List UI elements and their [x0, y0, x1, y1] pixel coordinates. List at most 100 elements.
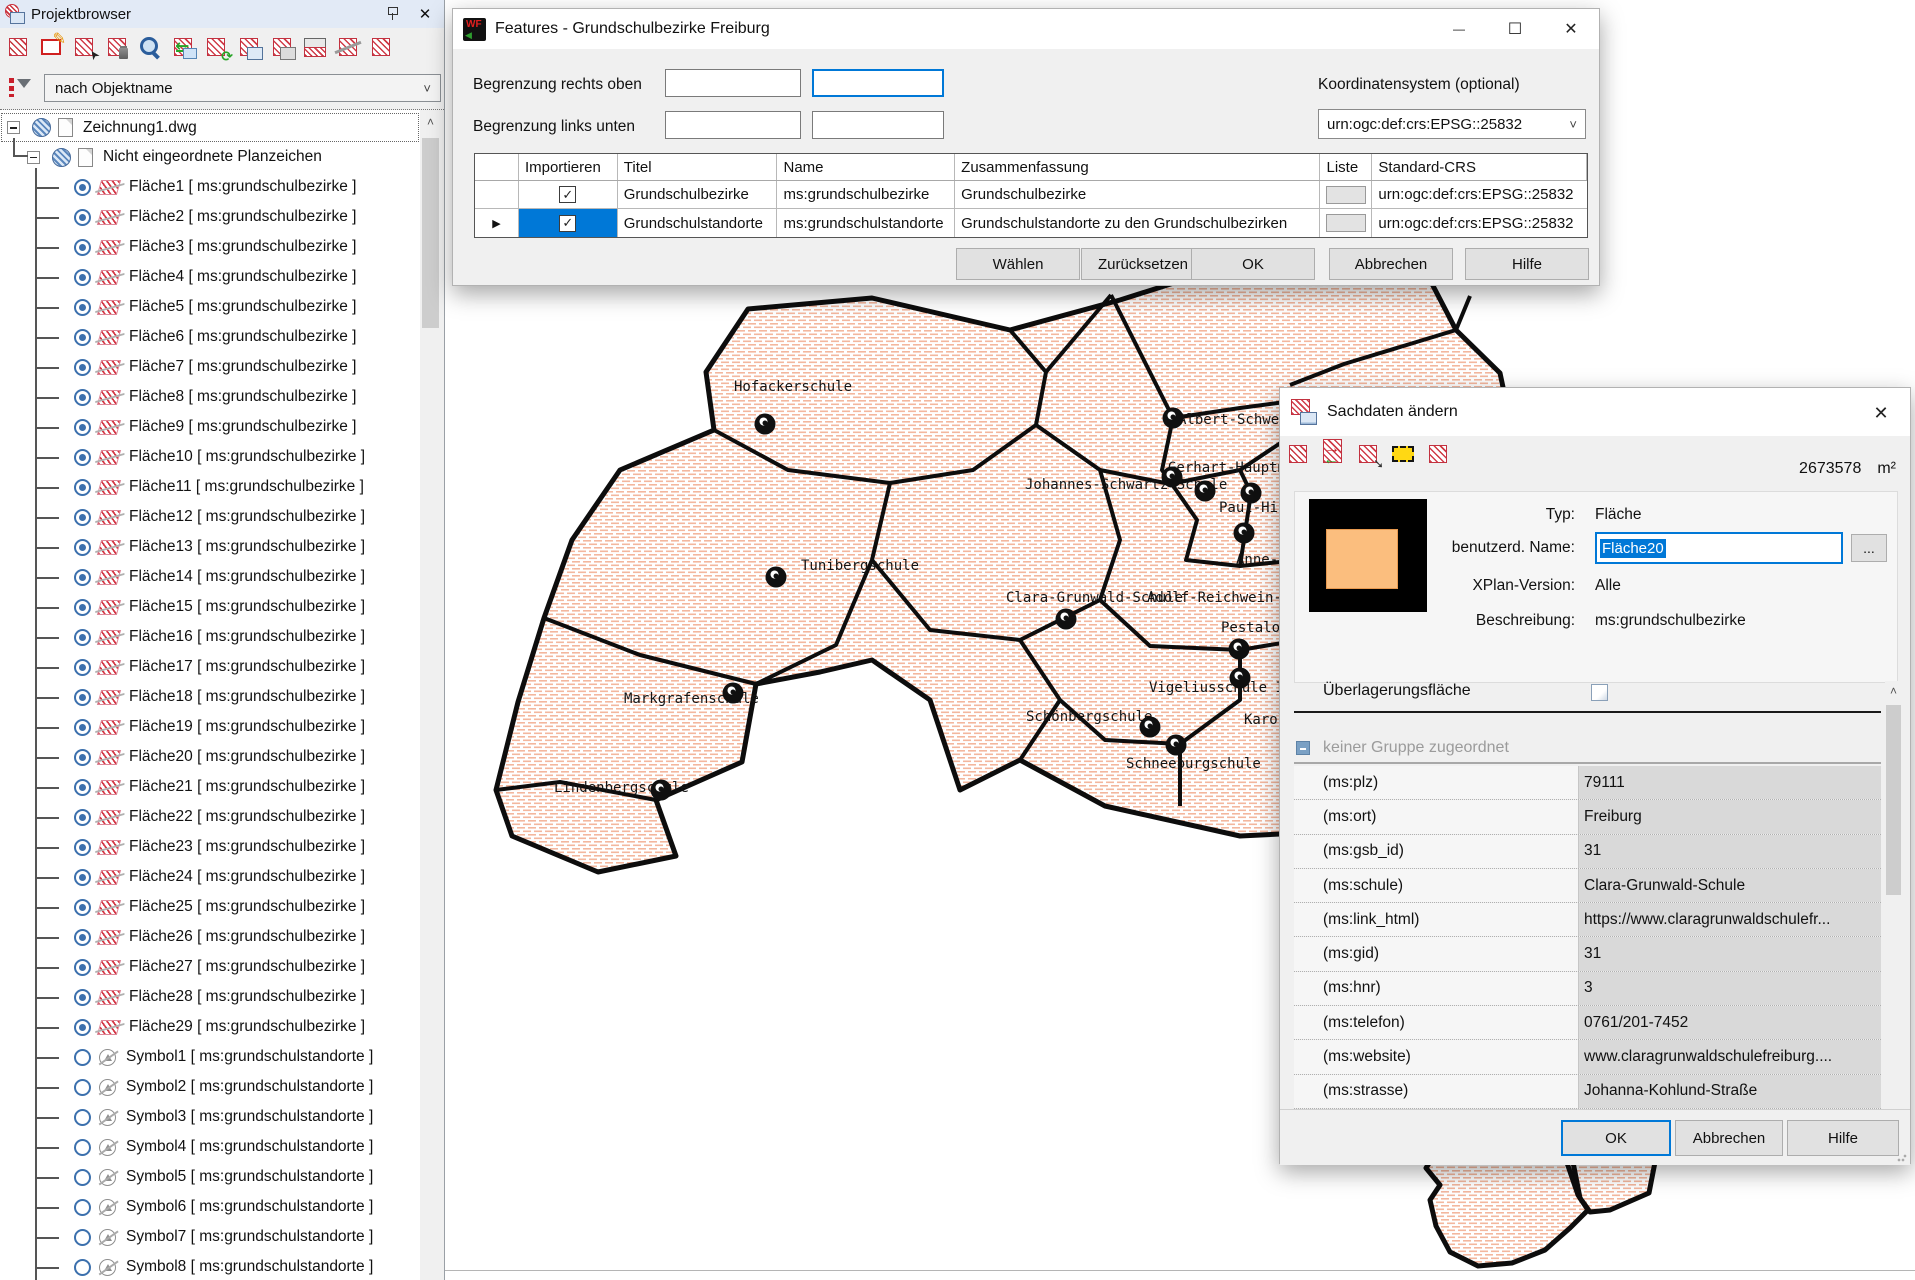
- visibility-target-icon[interactable]: [74, 359, 91, 376]
- attribute-value[interactable]: www.claragrunwaldschulefreiburg....: [1579, 1040, 1881, 1073]
- school-marker-icon[interactable]: [1241, 483, 1262, 504]
- waehlen-button[interactable]: Wählen: [956, 248, 1080, 280]
- crs-dropdown[interactable]: urn:ogc:def:crs:EPSG::25832: [1318, 109, 1586, 139]
- tree-item[interactable]: Fläche15 [ ms:grundschulbezirke ]: [0, 592, 420, 622]
- tree-item[interactable]: Symbol8 [ ms:grundschulstandorte ]: [0, 1252, 420, 1280]
- tree-item[interactable]: Fläche6 [ ms:grundschulbezirke ]: [0, 322, 420, 352]
- tree-item[interactable]: Fläche24 [ ms:grundschulbezirke ]: [0, 862, 420, 892]
- visibility-target-icon[interactable]: [74, 1109, 91, 1126]
- visibility-target-icon[interactable]: [74, 299, 91, 316]
- visibility-target-icon[interactable]: [74, 1019, 91, 1036]
- tree-item[interactable]: Fläche17 [ ms:grundschulbezirke ]: [0, 652, 420, 682]
- tree-item[interactable]: Symbol7 [ ms:grundschulstandorte ]: [0, 1222, 420, 1252]
- attribute-row[interactable]: (ms:hnr) 3: [1294, 972, 1881, 1006]
- stamp-plansign-icon[interactable]: [1356, 442, 1380, 466]
- attribute-value[interactable]: 3: [1579, 972, 1881, 1005]
- tree-item[interactable]: Fläche29 [ ms:grundschulbezirke ]: [0, 1012, 420, 1042]
- visibility-target-icon[interactable]: [74, 479, 91, 496]
- sync-sachdaten-icon[interactable]: [171, 35, 195, 59]
- dialog-titlebar[interactable]: Features - Grundschulbezirke Freiburg: [453, 9, 1599, 49]
- visibility-target-icon[interactable]: [74, 599, 91, 616]
- school-marker-icon[interactable]: [1163, 408, 1184, 429]
- visibility-target-icon[interactable]: [74, 179, 91, 196]
- liste-button[interactable]: [1326, 214, 1366, 232]
- collapse-icon[interactable]: [27, 151, 40, 164]
- panel-titlebar[interactable]: Projektbrowser: [0, 0, 444, 28]
- tree-item[interactable]: Fläche14 [ ms:grundschulbezirke ]: [0, 562, 420, 592]
- tree-item[interactable]: Fläche20 [ ms:grundschulbezirke ]: [0, 742, 420, 772]
- visibility-target-icon[interactable]: [74, 959, 91, 976]
- tree-item[interactable]: Fläche5 [ ms:grundschulbezirke ]: [0, 292, 420, 322]
- visibility-target-icon[interactable]: [74, 839, 91, 856]
- import-checkbox-cell[interactable]: [519, 209, 618, 237]
- visibility-target-icon[interactable]: [74, 689, 91, 706]
- hatch-plansign-icon[interactable]: [336, 35, 360, 59]
- visibility-target-icon[interactable]: [74, 329, 91, 346]
- swap-sachdaten-icon[interactable]: [1321, 442, 1345, 466]
- tree-item[interactable]: Fläche7 [ ms:grundschulbezirke ]: [0, 352, 420, 382]
- attribute-row[interactable]: (ms:link_html) https://www.claragrunwald…: [1294, 903, 1881, 937]
- pin-icon[interactable]: [383, 4, 401, 24]
- scroll-up-icon[interactable]: [420, 112, 441, 131]
- resize-grip[interactable]: [1897, 1152, 1907, 1162]
- copy-plansign-icon[interactable]: [237, 35, 261, 59]
- tree-item[interactable]: Fläche2 [ ms:grundschulbezirke ]: [0, 202, 420, 232]
- liste-button[interactable]: [1326, 186, 1366, 204]
- visibility-target-icon[interactable]: [74, 1229, 91, 1246]
- tree-scrollbar[interactable]: [420, 112, 441, 1280]
- tree-item-group[interactable]: Nicht eingeordnete Planzeichen: [0, 142, 420, 172]
- ok-button[interactable]: OK: [1561, 1120, 1671, 1156]
- tree-item[interactable]: Fläche18 [ ms:grundschulbezirke ]: [0, 682, 420, 712]
- tree-item[interactable]: Fläche1 [ ms:grundschulbezirke ]: [0, 172, 420, 202]
- delete-plansign-icon[interactable]: [105, 35, 129, 59]
- filter-icon[interactable]: [8, 76, 32, 100]
- bounds-top-x-input[interactable]: [665, 69, 801, 97]
- visibility-target-icon[interactable]: [74, 749, 91, 766]
- tree-item[interactable]: Symbol2 [ ms:grundschulstandorte ]: [0, 1072, 420, 1102]
- window-plansign-icon[interactable]: [303, 35, 327, 59]
- tree-item[interactable]: Fläche25 [ ms:grundschulbezirke ]: [0, 892, 420, 922]
- bounds-bottom-y-input[interactable]: [812, 111, 944, 139]
- tree-item[interactable]: Fläche21 [ ms:grundschulbezirke ]: [0, 772, 420, 802]
- help-button[interactable]: Hilfe: [1787, 1120, 1899, 1156]
- visibility-target-icon[interactable]: [74, 449, 91, 466]
- close-icon[interactable]: [1868, 400, 1894, 426]
- liste-cell[interactable]: [1320, 181, 1372, 208]
- attribute-value[interactable]: 31: [1579, 937, 1881, 970]
- tree-item[interactable]: Fläche4 [ ms:grundschulbezirke ]: [0, 262, 420, 292]
- school-marker-icon[interactable]: [1166, 735, 1187, 756]
- recycle-plansign-icon[interactable]: [204, 35, 228, 59]
- attribute-row[interactable]: (ms:strasse) Johanna-Kohlund-Straße: [1294, 1075, 1881, 1109]
- visibility-target-icon[interactable]: [74, 899, 91, 916]
- visibility-target-icon[interactable]: [74, 1169, 91, 1186]
- table-row[interactable]: Grundschulbezirke ms:grundschulbezirke G…: [475, 181, 1587, 209]
- attribute-row[interactable]: (ms:gsb_id) 31: [1294, 835, 1881, 869]
- school-marker-icon[interactable]: [1234, 523, 1255, 544]
- attribute-value[interactable]: Johanna-Kohlund-Straße: [1579, 1075, 1881, 1108]
- checkbox-checked-icon[interactable]: [559, 215, 576, 232]
- school-marker-icon[interactable]: [1056, 609, 1077, 630]
- scroll-up-icon[interactable]: [1885, 681, 1902, 700]
- dialog-titlebar[interactable]: Sachdaten ändern: [1280, 388, 1910, 436]
- help-icon[interactable]: [369, 35, 393, 59]
- visibility-target-icon[interactable]: [74, 539, 91, 556]
- overlay-plansign-icon[interactable]: [270, 35, 294, 59]
- tree-item[interactable]: Fläche27 [ ms:grundschulbezirke ]: [0, 952, 420, 982]
- school-marker-icon[interactable]: [723, 683, 744, 704]
- filter-dropdown[interactable]: nach Objektname: [44, 74, 441, 102]
- liste-cell[interactable]: [1320, 209, 1372, 237]
- visibility-target-icon[interactable]: [74, 509, 91, 526]
- cancel-button[interactable]: Abbrechen: [1329, 248, 1453, 280]
- zuruecksetzen-button[interactable]: Zurücksetzen: [1081, 248, 1205, 280]
- close-icon[interactable]: [414, 3, 436, 25]
- attributes-scrollbar[interactable]: [1885, 681, 1902, 1136]
- tree-item-drawing[interactable]: Zeichnung1.dwg: [1, 113, 419, 142]
- visibility-target-icon[interactable]: [74, 629, 91, 646]
- scrollbar-thumb[interactable]: [1886, 705, 1901, 895]
- visibility-target-icon[interactable]: [74, 1199, 91, 1216]
- new-plansign-icon[interactable]: [39, 35, 63, 59]
- tree-item[interactable]: Symbol5 [ ms:grundschulstandorte ]: [0, 1162, 420, 1192]
- visibility-target-icon[interactable]: [74, 389, 91, 406]
- visibility-target-icon[interactable]: [74, 1079, 91, 1096]
- checkbox-checked-icon[interactable]: [559, 186, 576, 203]
